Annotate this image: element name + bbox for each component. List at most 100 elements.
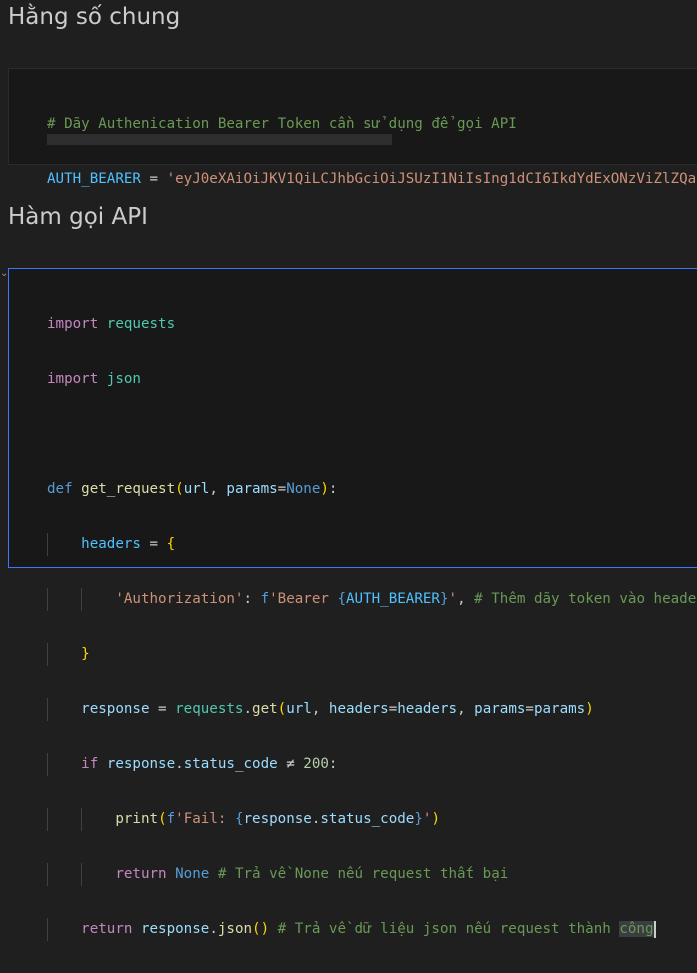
indent-guide (47, 698, 48, 721)
code-line: 'Authorization': f'Bearer {AUTH_BEARER}'… (47, 588, 697, 611)
operator: = (140, 536, 167, 552)
indent-guide (47, 753, 48, 776)
operator: ≠ (277, 756, 304, 772)
code-line: import json (47, 368, 697, 391)
comment: # Thêm dãy token vào header (474, 591, 697, 607)
module: requests (175, 701, 244, 717)
token-string: 'eyJ0eXAiOiJKV1QiLCJhbGciOiJSUzI1NiIsIng… (166, 171, 697, 187)
function-name: json (217, 921, 253, 937)
colon: : (328, 481, 338, 497)
brace: } (81, 646, 90, 662)
param: params (226, 481, 278, 497)
paren: ( (277, 701, 287, 717)
indent-guide (81, 808, 82, 831)
selected-text: công (619, 921, 654, 937)
keyword: return (81, 921, 133, 937)
fstring-prefix: f (260, 591, 270, 607)
module: json (106, 371, 141, 387)
comma: , (311, 701, 329, 717)
code-line: if response.status_code ≠ 200: (47, 753, 697, 776)
indent-guide (47, 918, 48, 941)
code-cell-constants[interactable]: # Dãy Authenication Bearer Token cần sử … (8, 68, 697, 187)
colon: : (243, 591, 261, 607)
string: 'Fail: (175, 811, 235, 827)
operator: = (277, 481, 287, 497)
indent-guide (81, 863, 82, 886)
brace: { (166, 536, 176, 552)
indent-guide (47, 808, 48, 831)
paren: ( (158, 811, 167, 827)
brace: { (234, 811, 244, 827)
comment: # Trả về None nếu request thất bại (217, 866, 509, 882)
variable: response (81, 701, 150, 717)
brace: } (414, 811, 423, 827)
arg: url (286, 701, 312, 717)
variable: AUTH_BEARER (346, 591, 440, 607)
fstring-prefix: f (166, 811, 176, 827)
code-cell-api[interactable]: import requests import json def get_requ… (8, 268, 697, 941)
code-line: } (47, 643, 697, 666)
comment: # Dãy Authenication Bearer Token cần sử … (47, 116, 517, 132)
operator: = (140, 171, 167, 187)
string-key: 'Authorization' (115, 591, 244, 607)
variable: response (140, 921, 210, 937)
paren: ) (431, 811, 440, 827)
variable: response (243, 811, 312, 827)
heading-constants: Hằng số chung (8, 4, 181, 30)
horizontal-scrollbar[interactable] (47, 134, 392, 145)
arg: headers (397, 701, 458, 717)
keyword: if (81, 756, 99, 772)
comma: , (457, 701, 475, 717)
string: ' (448, 591, 458, 607)
function-name: print (115, 811, 159, 827)
keyword: import (47, 371, 99, 387)
function-name: get_request (81, 481, 176, 497)
keyword: return (115, 866, 167, 882)
code-line: import requests (47, 313, 697, 336)
paren: ( (175, 481, 184, 497)
none-literal: None (286, 481, 321, 497)
code-line: print(f'Fail: {response.status_code}') (47, 808, 697, 831)
keyword: def (47, 481, 73, 497)
brace: } (439, 591, 449, 607)
none-literal: None (175, 866, 210, 882)
indent-guide (47, 863, 48, 886)
dot: . (243, 701, 253, 717)
paren: ) (585, 701, 594, 717)
indent-guide (47, 588, 48, 611)
comma: , (209, 481, 227, 497)
function-name: get (252, 701, 278, 717)
code-line: return None # Trả về None nếu request th… (47, 863, 697, 886)
paren: () (252, 921, 270, 937)
code-line: headers = { (47, 533, 697, 556)
number: 200 (303, 756, 329, 772)
code-line: return response.json() # Trả về dữ liệu … (47, 918, 697, 941)
dot: . (175, 756, 184, 772)
string: ' (422, 811, 432, 827)
heading-api: Hàm gọi API (8, 204, 148, 230)
indent-guide (81, 588, 82, 611)
indent-guide (47, 643, 48, 666)
param: url (183, 481, 210, 497)
indent-guide (47, 533, 48, 556)
string: 'Bearer (269, 591, 338, 607)
text-cursor (653, 920, 656, 938)
comma: , (457, 591, 475, 607)
code-line: def get_request(url, params=None): (47, 478, 697, 501)
attribute: status_code (320, 811, 415, 827)
arg: params (474, 701, 526, 717)
colon: : (328, 756, 338, 772)
variable-auth-bearer: AUTH_BEARER (47, 171, 141, 187)
operator: = (149, 701, 176, 717)
operator: = (388, 701, 398, 717)
attribute: status_code (183, 756, 278, 772)
paren: ) (320, 481, 329, 497)
arg: headers (328, 701, 389, 717)
brace: { (337, 591, 346, 607)
variable: headers (81, 536, 141, 552)
code-line-comment: # Dãy Authenication Bearer Token cần sử … (47, 113, 697, 136)
dot: . (209, 921, 218, 937)
code-line: response = requests.get(url, headers=hea… (47, 698, 697, 721)
module: requests (106, 316, 176, 332)
